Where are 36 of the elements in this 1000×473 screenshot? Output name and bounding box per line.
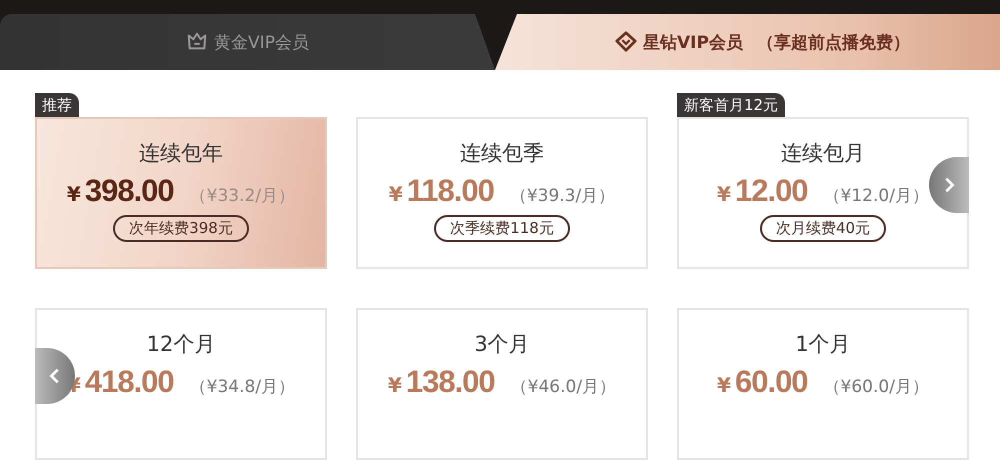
plan-card[interactable]: 3个月 ¥138.00 （¥46.0/月） <box>356 308 648 460</box>
renewal-pill: 次季续费118元 <box>434 215 570 242</box>
diamond-icon <box>615 31 638 53</box>
currency-symbol: ¥ <box>388 373 402 397</box>
plan-price: 12.00 <box>734 173 808 209</box>
membership-tab[interactable]: 黄金VIP会员 <box>0 14 495 70</box>
monthly-price: （¥12.0/月） <box>824 185 929 207</box>
plan-price: 398.00 <box>84 173 174 209</box>
currency-symbol: ¥ <box>717 373 731 397</box>
monthly-price: （¥39.3/月） <box>510 185 616 207</box>
monthly-price: （¥33.2/月） <box>190 185 296 207</box>
plan-title: 连续包季 <box>460 140 544 167</box>
plan-title: 1个月 <box>795 331 851 358</box>
currency-symbol: ¥ <box>717 182 731 206</box>
plan-price: 418.00 <box>84 364 174 400</box>
currency-symbol: ¥ <box>66 182 81 206</box>
plan-badge: 新客首月12元 <box>677 93 786 117</box>
plan-price: 118.00 <box>406 173 494 209</box>
plan-price: 138.00 <box>406 364 495 400</box>
membership-tab[interactable]: 星钻VIP会员 （享超前点播免费） <box>495 14 1000 70</box>
currency-symbol: ¥ <box>388 182 403 206</box>
monthly-price: （¥46.0/月） <box>510 376 616 398</box>
plan-title: 连续包年 <box>139 140 223 167</box>
monthly-price: （¥34.8/月） <box>190 376 296 398</box>
plan-card[interactable]: 连续包年 ¥398.00 （¥33.2/月） 次年续费398元 <box>35 117 327 269</box>
plan-badge: 推荐 <box>35 93 79 117</box>
plan-card[interactable]: 连续包月 ¥12.00 （¥12.0/月） 次月续费40元 <box>677 117 969 269</box>
monthly-price: （¥60.0/月） <box>824 376 929 398</box>
plan-card[interactable]: 1个月 ¥60.00 （¥60.0/月） <box>677 308 969 460</box>
plan-title: 3个月 <box>474 331 530 358</box>
plan-price: 60.00 <box>734 364 808 400</box>
renewal-pill: 次月续费40元 <box>760 215 886 242</box>
plan-title: 12个月 <box>146 331 216 358</box>
plan-title: 连续包月 <box>781 140 865 167</box>
renewal-pill: 次年续费398元 <box>113 215 249 242</box>
plan-card[interactable]: 连续包季 ¥118.00 （¥39.3/月） 次季续费118元 <box>356 117 648 269</box>
